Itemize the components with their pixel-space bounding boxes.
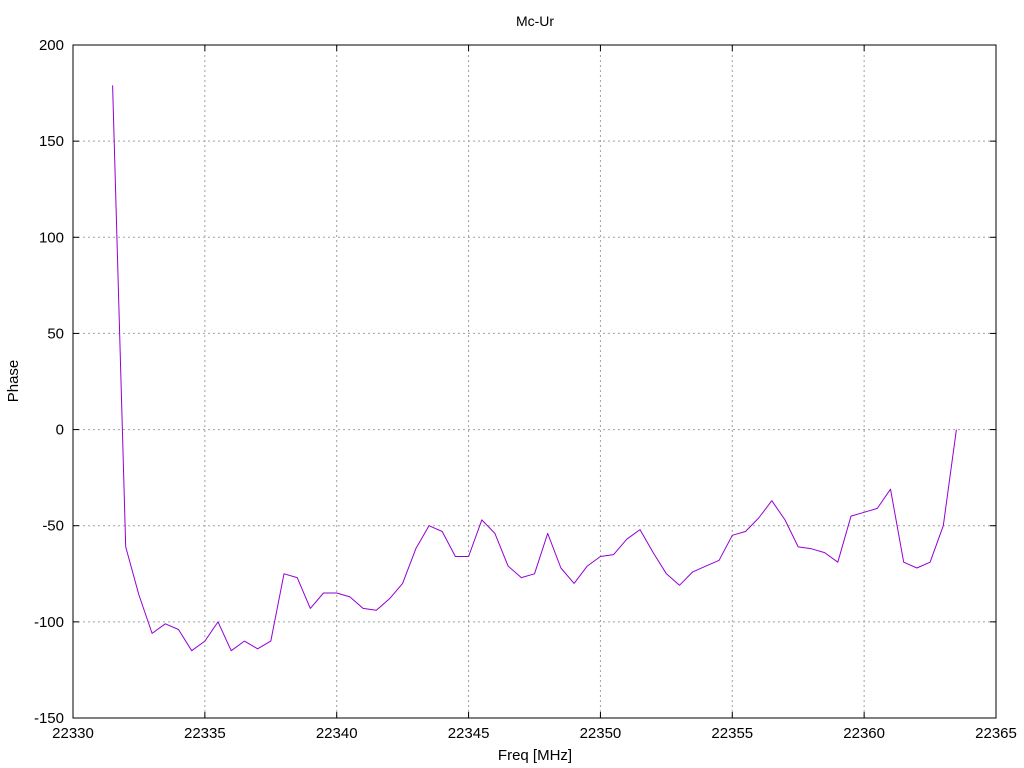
x-axis-label: Freq [MHz] bbox=[498, 747, 572, 764]
plot-frame bbox=[72, 44, 997, 719]
grid-lines bbox=[73, 45, 996, 718]
x-tick-label: 22360 bbox=[843, 725, 885, 742]
tick-marks bbox=[72, 44, 997, 719]
x-tick-label: 22330 bbox=[52, 725, 94, 742]
y-tick-label: 50 bbox=[47, 325, 64, 342]
y-tick-label: 0 bbox=[56, 422, 64, 439]
x-tick-label: 22350 bbox=[580, 725, 622, 742]
y-tick-label: -100 bbox=[34, 614, 64, 631]
x-tick-label: 22340 bbox=[316, 725, 358, 742]
chart-title: Mc-Ur bbox=[516, 13, 554, 29]
x-tick-label: 22355 bbox=[711, 725, 753, 742]
y-axis-label: Phase bbox=[5, 360, 22, 403]
series-layer bbox=[112, 85, 957, 652]
y-tick-label: 200 bbox=[39, 37, 64, 54]
y-tick-label: 150 bbox=[39, 133, 64, 150]
y-tick-label: 100 bbox=[39, 229, 64, 246]
y-tick-label: -50 bbox=[42, 518, 64, 535]
x-tick-label: 22365 bbox=[975, 725, 1017, 742]
phase-series-line bbox=[112, 85, 957, 652]
x-tick-label: 22345 bbox=[448, 725, 490, 742]
tick-labels: 22330 22335 22340 22345 22350 22355 22360 22365… bbox=[34, 37, 1017, 742]
y-tick-label: -150 bbox=[34, 710, 64, 727]
phase-chart: 22330 22335 22340 22345 22350 22355 22360 22365… bbox=[5, 13, 1017, 764]
x-tick-label: 22335 bbox=[184, 725, 226, 742]
